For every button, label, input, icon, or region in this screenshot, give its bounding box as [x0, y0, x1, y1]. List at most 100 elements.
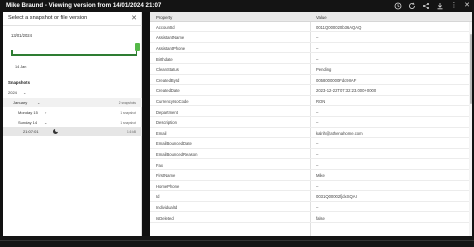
- day-label: Monday 15: [18, 110, 38, 115]
- table-row[interactable]: AssistantName –: [150, 33, 472, 43]
- property-value: –: [316, 204, 319, 210]
- snapshot-time: 21:07:01: [23, 129, 39, 134]
- scrollbar-thumb[interactable]: [469, 34, 472, 104]
- property-name: Birthdate: [156, 56, 173, 62]
- property-name: IndividualId: [156, 204, 178, 210]
- month-label: January: [13, 100, 28, 105]
- chevron-down-icon: ⌄: [23, 89, 27, 95]
- property-value: –: [316, 56, 319, 62]
- snapshot-panel-header: Select a snapshot or file version ✕: [3, 12, 142, 26]
- table-row[interactable]: Email kalrih@athenahome.com: [150, 128, 472, 139]
- snapshot-timeline[interactable]: [11, 43, 140, 58]
- table-row[interactable]: Id 0031Q00002fjdxSQAI: [150, 192, 472, 202]
- property-name: IsDeleted: [156, 215, 174, 221]
- close-icon[interactable]: ✕: [463, 2, 471, 10]
- table-row[interactable]: CreatedById 0058000000Fdc9IIAF: [150, 75, 472, 86]
- day-group[interactable]: Monday 15 › 1 snapshot: [3, 108, 142, 117]
- snapshot-entry[interactable]: 21:07:01 1.6 kB: [3, 127, 142, 136]
- timeline-handle[interactable]: [135, 43, 140, 51]
- table-row[interactable]: IndividualId –: [150, 202, 472, 213]
- property-value: –: [316, 35, 319, 41]
- refresh-icon[interactable]: [408, 2, 416, 10]
- property-column-header[interactable]: Property: [156, 15, 172, 20]
- chevron-down-icon: ⌄: [37, 99, 41, 105]
- table-row[interactable]: HomePhone –: [150, 181, 472, 192]
- property-value: –: [316, 162, 319, 168]
- more-icon[interactable]: ⋮: [450, 2, 458, 10]
- property-value: –: [316, 151, 319, 157]
- close-panel-icon[interactable]: ✕: [131, 14, 137, 23]
- table-row[interactable]: AccountId 0011Q000020b36AQAQ: [150, 22, 472, 33]
- table-row[interactable]: Department –: [150, 107, 472, 118]
- timeline-label: 14 Jan: [15, 65, 27, 69]
- day-count: 1 snapshot: [120, 120, 136, 125]
- value-column-header[interactable]: Value: [316, 15, 327, 20]
- table-row[interactable]: EmailBouncedDate –: [150, 139, 472, 149]
- property-value: 0011Q000020b36AQAQ: [316, 24, 362, 30]
- scrollbar[interactable]: [469, 22, 472, 236]
- window-title: Mike Braund - Viewing version from 14/01…: [6, 2, 162, 9]
- table-row[interactable]: Birthdate –: [150, 54, 472, 65]
- table-row[interactable]: EmailBouncedReason –: [150, 149, 472, 160]
- property-name: CreatedById: [156, 77, 180, 83]
- history-icon[interactable]: [394, 2, 402, 10]
- property-name: Department: [156, 109, 178, 115]
- property-name: FirstName: [156, 173, 176, 179]
- property-name: Fax: [156, 162, 163, 168]
- table-row[interactable]: CreatedDate 2023-12-22T07:32:23.000+0000: [150, 86, 472, 96]
- timeline-track: [11, 54, 137, 56]
- property-name: AssistantName: [156, 35, 185, 41]
- property-value: –: [316, 141, 319, 147]
- day-count: 1 snapshot: [120, 110, 136, 115]
- chevron-down-icon: ⌄: [44, 119, 48, 125]
- year-group[interactable]: 2024 ⌄: [3, 88, 142, 97]
- month-group[interactable]: January ⌄ 2 snapshots: [3, 98, 142, 107]
- table-row[interactable]: CleanStatus Pending: [150, 64, 472, 75]
- property-value: –: [316, 109, 319, 115]
- selected-date[interactable]: 13/01/2024: [11, 33, 32, 38]
- table-row[interactable]: CurrencyIsoCode RON: [150, 96, 472, 107]
- snapshots-header: Snapshots: [8, 80, 30, 85]
- property-value: Pending: [316, 67, 332, 73]
- month-count: 2 snapshots: [118, 100, 136, 105]
- year-label: 2024: [8, 90, 17, 95]
- property-name: Id: [156, 194, 160, 200]
- table-row[interactable]: AssistantPhone –: [150, 43, 472, 54]
- snapshot-panel: Select a snapshot or file version ✕ 13/0…: [3, 12, 142, 236]
- property-value: kalrih@athenahome.com: [316, 130, 363, 136]
- table-row[interactable]: Fax –: [150, 160, 472, 171]
- property-name: AssistantPhone: [156, 45, 186, 51]
- moon-icon: [53, 127, 59, 134]
- property-name: HomePhone: [156, 183, 180, 189]
- day-group[interactable]: Sunday 14 ⌄ 1 snapshot: [3, 118, 142, 127]
- property-value: false: [316, 215, 325, 221]
- chevron-right-icon: ›: [45, 109, 47, 115]
- property-name: EmailBouncedDate: [156, 141, 192, 147]
- properties-panel: Property Value AccountId 0011Q000020b36AQ…: [150, 12, 472, 236]
- snapshot-panel-title: Select a snapshot or file version: [8, 15, 88, 21]
- property-name: CreatedDate: [156, 88, 180, 94]
- property-name: CleanStatus: [156, 67, 179, 73]
- property-value: RON: [316, 98, 326, 104]
- share-icon[interactable]: [422, 2, 430, 10]
- table-row[interactable]: IsDeleted false: [150, 213, 472, 224]
- table-row[interactable]: Description –: [150, 117, 472, 128]
- property-name: CurrencyIsoCode: [156, 98, 189, 104]
- timeline-start-cap: [11, 50, 13, 56]
- property-value: –: [316, 120, 319, 126]
- snapshot-size: 1.6 kB: [126, 129, 136, 134]
- property-value: Mike: [316, 173, 325, 179]
- app-window: Mike Braund - Viewing version from 14/01…: [0, 0, 474, 247]
- table-header: Property Value: [150, 12, 472, 22]
- property-name: Email: [156, 130, 167, 136]
- property-name: EmailBouncedReason: [156, 151, 198, 157]
- property-value: 0058000000Fdc9IIAF: [316, 77, 357, 83]
- bottom-divider: [0, 240, 474, 241]
- property-value: –: [316, 183, 319, 189]
- property-value: 0031Q00002fjdxSQAI: [316, 194, 357, 200]
- table-row[interactable]: FirstName Mike: [150, 170, 472, 181]
- property-value: 2023-12-22T07:32:23.000+0000: [316, 88, 377, 94]
- download-icon[interactable]: [436, 2, 444, 10]
- title-bar: Mike Braund - Viewing version from 14/01…: [0, 0, 474, 12]
- property-name: Description: [156, 120, 177, 126]
